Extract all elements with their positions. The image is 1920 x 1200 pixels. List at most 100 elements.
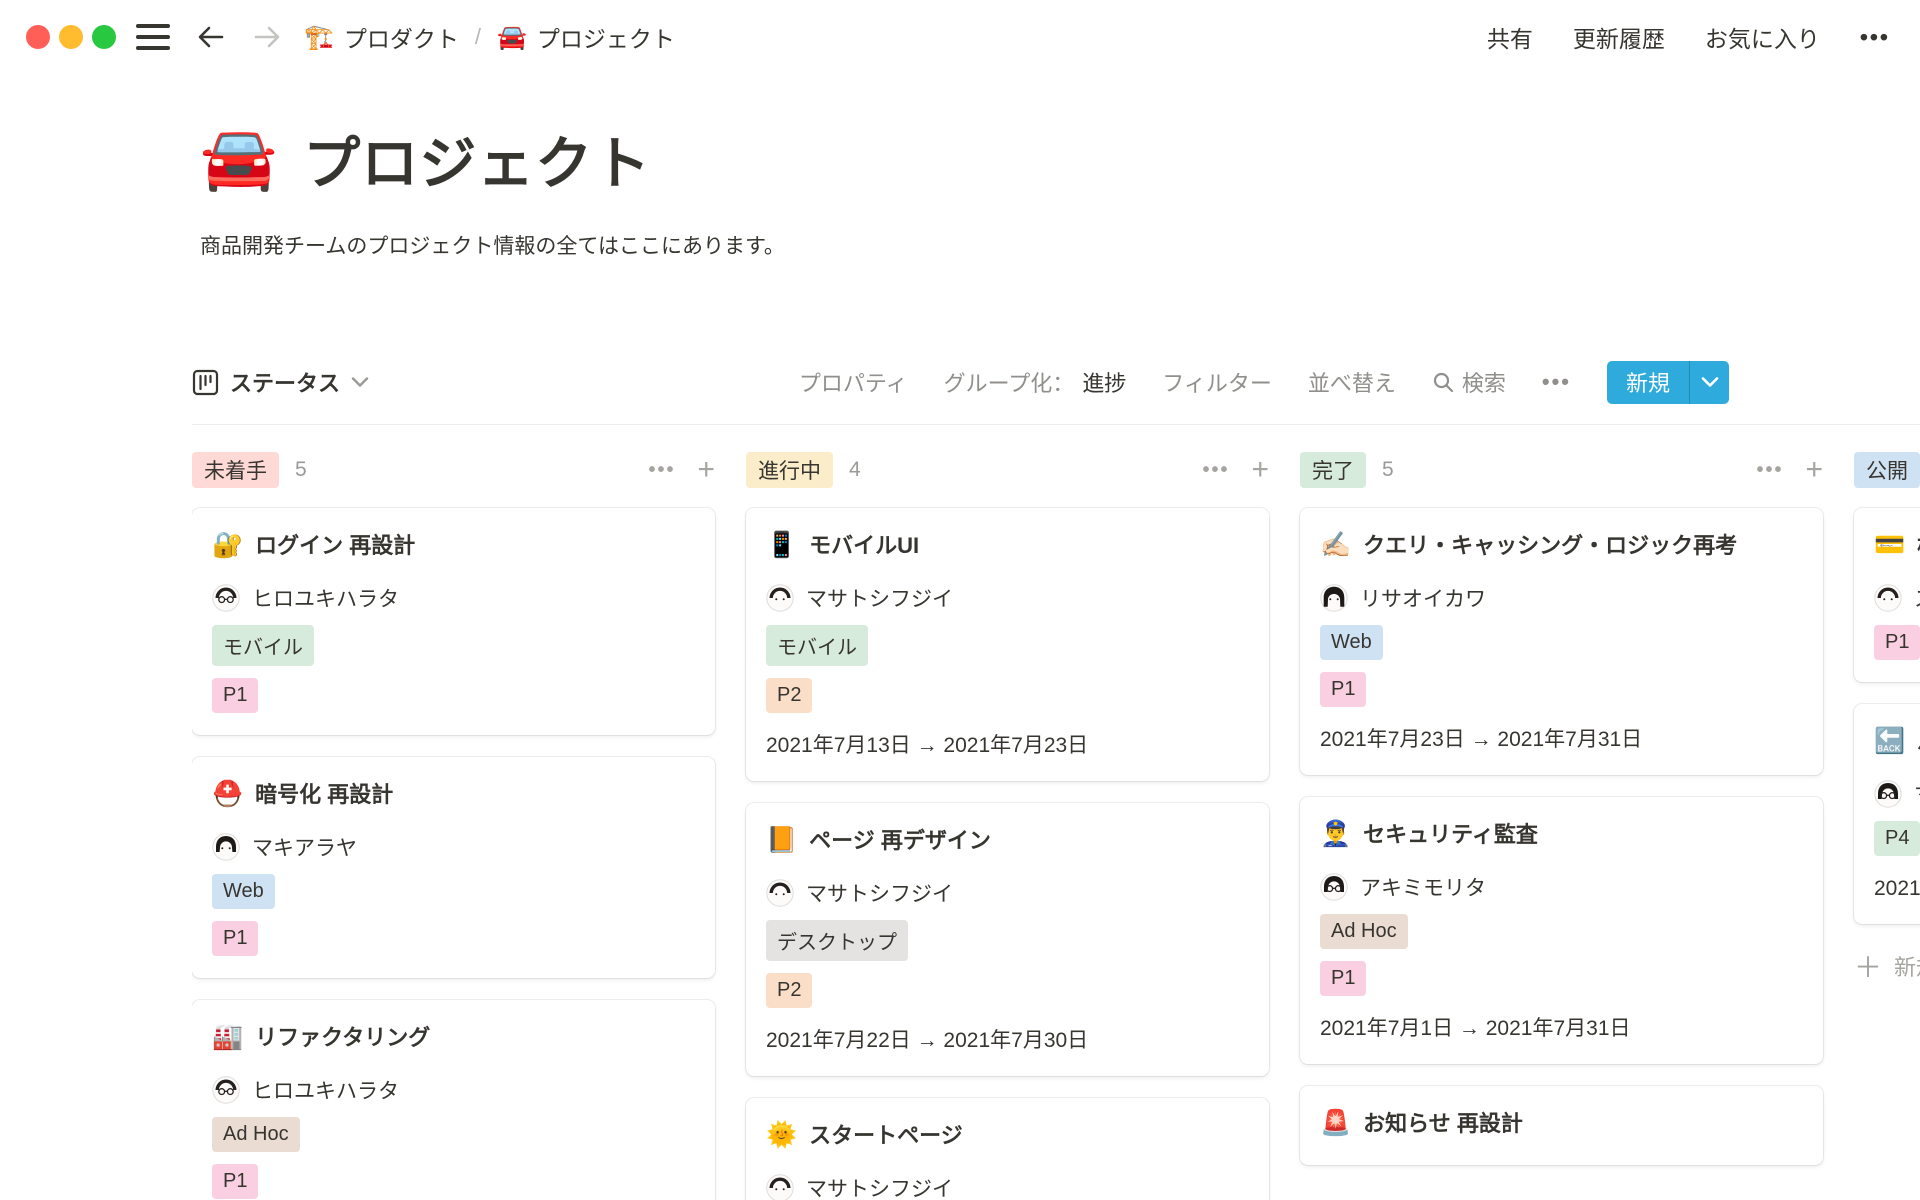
column-status-badge[interactable]: 進行中: [746, 452, 833, 488]
back-arrow-icon[interactable]: [196, 22, 226, 52]
card-tag-row: P1: [212, 921, 695, 956]
assignee-name: ス: [1914, 583, 1920, 613]
card-tag: Ad Hoc: [212, 1117, 300, 1152]
card-title: 🔐ログイン 再設計: [212, 526, 695, 565]
column-header-actions: ••• +: [648, 455, 715, 485]
column-add-card-icon[interactable]: +: [697, 455, 715, 485]
board-card[interactable]: 🔐ログイン 再設計ヒロユキハラタモバイル P1: [192, 508, 715, 735]
new-item-dropdown[interactable]: [1689, 361, 1729, 404]
board-card[interactable]: 💳権ス P1: [1854, 508, 1920, 682]
card-tag: P1: [212, 1164, 258, 1199]
card-title: 📙ページ 再デザイン: [766, 821, 1249, 860]
minimize-window-button[interactable]: [59, 25, 83, 49]
column-status-badge[interactable]: 未着手: [192, 452, 279, 488]
board-column: 完了5•••+✍🏻クエリ・キャッシング・ロジック再考リサオイカワWebP1202…: [1300, 452, 1823, 1200]
card-tag-row: P2: [766, 678, 1249, 713]
card-date-range: 2021年7月23日 → 2021年7月31日: [1320, 723, 1803, 753]
breadcrumb-project[interactable]: 🚘 プロジェクト: [497, 20, 675, 54]
zoom-window-button[interactable]: [92, 25, 116, 49]
column-more-icon[interactable]: •••: [648, 459, 675, 482]
card-tag: デスクトップ: [766, 920, 908, 961]
column-card-count: 4: [849, 458, 861, 482]
card-tag: Web: [212, 874, 275, 909]
close-window-button[interactable]: [26, 25, 50, 49]
card-title-text: スタートページ: [809, 1123, 963, 1148]
favorite-button[interactable]: お気に入り: [1705, 20, 1820, 54]
sort-button[interactable]: 並べ替え: [1308, 366, 1396, 398]
board-card[interactable]: 🔙パマP42021年: [1854, 704, 1920, 924]
card-emoji-icon: 🔐: [212, 531, 243, 559]
car-icon: 🚘: [497, 23, 527, 52]
filter-button[interactable]: フィルター: [1162, 366, 1272, 398]
card-tag-row: P2: [766, 973, 1249, 1008]
kanban-board: 未着手5•••+🔐ログイン 再設計ヒロユキハラタモバイルP1⛑️暗号化 再設計マ…: [192, 452, 1920, 1200]
card-emoji-icon: ⛑️: [212, 780, 243, 808]
new-item-split-button[interactable]: 新規: [1607, 361, 1729, 404]
column-header-actions: ••• +: [1756, 455, 1823, 485]
column-add-card-icon[interactable]: +: [1251, 455, 1269, 485]
board-card[interactable]: 📙ページ 再デザインマサトシフジイデスクトップP22021年7月22日 → 20…: [746, 803, 1269, 1076]
card-tag-row: Ad Hoc: [1320, 914, 1803, 949]
card-tag: P1: [212, 678, 258, 713]
card-emoji-icon: 🌞: [766, 1121, 797, 1149]
page-title[interactable]: プロジェクト: [303, 118, 651, 200]
assignee-avatar: [212, 584, 240, 612]
column-status-badge[interactable]: 完了: [1300, 452, 1366, 488]
column-more-icon[interactable]: •••: [1756, 459, 1783, 482]
card-tag: モバイル: [766, 625, 868, 666]
search-button[interactable]: 検索: [1432, 366, 1506, 398]
card-tag-row: P1: [212, 1164, 695, 1199]
share-button[interactable]: 共有: [1487, 20, 1533, 54]
page-description[interactable]: 商品開発チームのプロジェクト情報の全てはここにあります。: [200, 230, 785, 260]
column-status-badge[interactable]: 公開: [1854, 452, 1920, 488]
card-tag: P4: [1874, 821, 1920, 856]
card-date-range: 2021年7月13日 → 2021年7月23日: [766, 729, 1249, 759]
breadcrumb-product[interactable]: 🏗️ プロダクト: [304, 20, 459, 54]
assignee-avatar: [1320, 584, 1348, 612]
updates-button[interactable]: 更新履歴: [1573, 20, 1665, 54]
card-tag-row: P1: [212, 678, 695, 713]
board-card[interactable]: 📱モバイルUIマサトシフジイモバイルP22021年7月13日 → 2021年7月…: [746, 508, 1269, 781]
card-tag-row: P1: [1320, 961, 1803, 996]
new-item-button[interactable]: 新規: [1607, 361, 1689, 404]
forward-arrow-icon[interactable]: [252, 22, 282, 52]
column-header: 未着手5•••+: [192, 452, 715, 488]
card-title: ✍🏻クエリ・キャッシング・ロジック再考: [1320, 526, 1803, 565]
sidebar-toggle-icon[interactable]: [136, 24, 170, 50]
card-title-text: クエリ・キャッシング・ロジック再考: [1363, 533, 1737, 558]
card-tag-row: P4: [1874, 821, 1920, 856]
board-card[interactable]: 🚨お知らせ 再設計: [1300, 1086, 1823, 1165]
plus-icon: ＋: [1854, 946, 1882, 986]
board-card[interactable]: ⛑️暗号化 再設計マキアラヤWebP1: [192, 757, 715, 978]
card-title-text: セキュリティ監査: [1363, 822, 1538, 847]
card-tag-row: P1: [1320, 672, 1803, 707]
board-column: 公開 💳権ス P1 🔙パマP42021年 ＋新規: [1854, 452, 1920, 1200]
column-header: 公開: [1854, 452, 1920, 488]
view-more-icon[interactable]: •••: [1542, 369, 1571, 395]
card-tag-row: P1: [1874, 625, 1920, 660]
column-add-card-icon[interactable]: +: [1805, 455, 1823, 485]
card-title-text: モバイルUI: [809, 533, 919, 558]
add-card-button[interactable]: ＋新規: [1854, 946, 1920, 986]
more-options-icon[interactable]: •••: [1860, 24, 1890, 51]
board-card[interactable]: 👮‍♂️セキュリティ監査アキミモリタAd HocP12021年7月1日 → 20…: [1300, 797, 1823, 1064]
board-card[interactable]: 🌞 スタートページマサトシフジイ: [746, 1098, 1269, 1200]
card-tag-row: モバイル: [212, 625, 695, 666]
page-icon-car[interactable]: 🚘: [200, 128, 277, 190]
card-title: 💳権: [1874, 526, 1920, 565]
assignee-name: ヒロユキハラタ: [252, 583, 399, 613]
card-assignee: ス: [1874, 583, 1920, 613]
card-title: 👮‍♂️セキュリティ監査: [1320, 815, 1803, 854]
column-more-icon[interactable]: •••: [1202, 459, 1229, 482]
breadcrumb-project-label: プロジェクト: [537, 20, 675, 54]
card-assignee: マサトシフジイ: [766, 1173, 1249, 1200]
group-by-button[interactable]: グループ化： 進捗: [944, 366, 1127, 398]
board-card[interactable]: 🏭リファクタリングヒロユキハラタAd HocP1: [192, 1000, 715, 1200]
view-switcher[interactable]: ステータス: [192, 366, 369, 398]
card-emoji-icon: 🏭: [212, 1023, 243, 1051]
card-assignee: ヒロユキハラタ: [212, 1075, 695, 1105]
board-card[interactable]: ✍🏻クエリ・キャッシング・ロジック再考リサオイカワWebP12021年7月23日…: [1300, 508, 1823, 775]
card-assignee: マサトシフジイ: [766, 583, 1249, 613]
properties-button[interactable]: プロパティ: [799, 366, 908, 398]
group-by-value: 進捗: [1082, 366, 1126, 398]
